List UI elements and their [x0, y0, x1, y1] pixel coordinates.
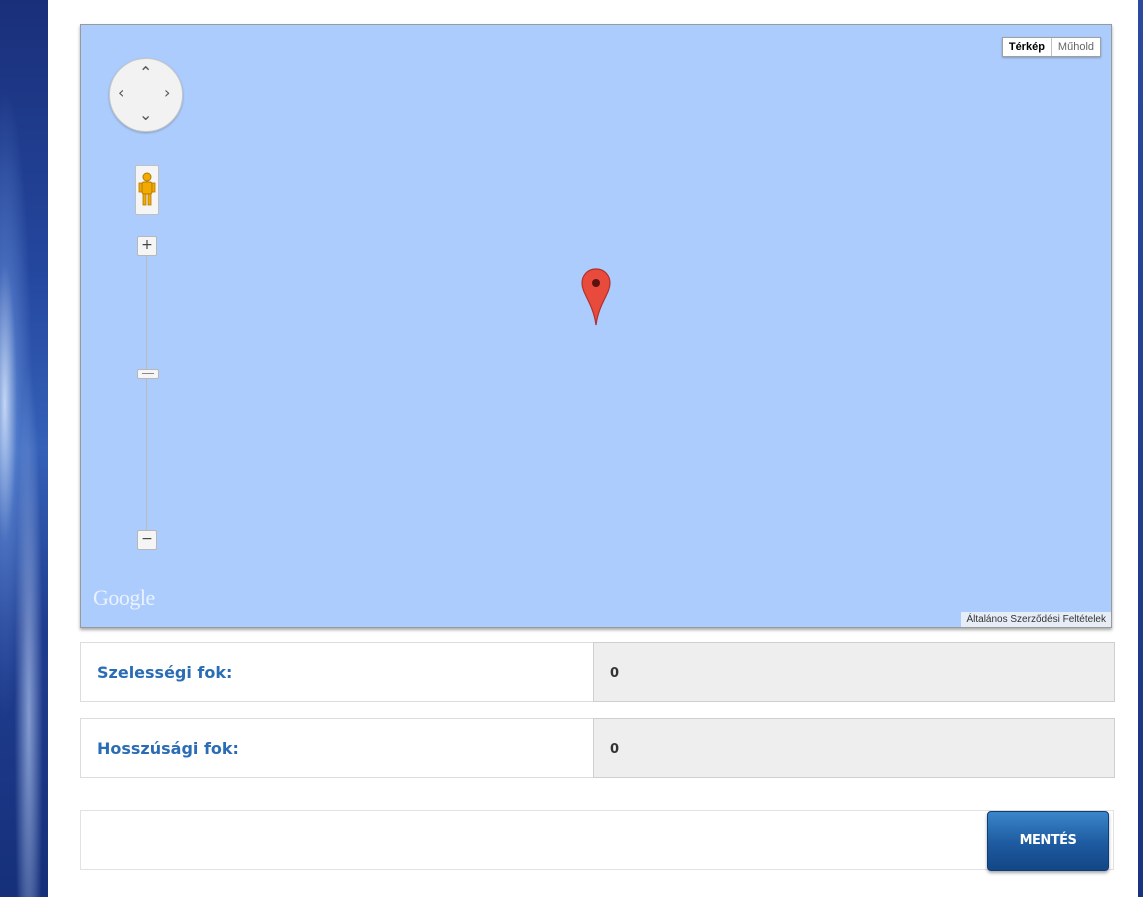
- terms-link[interactable]: Általános Szerződési Feltételek: [961, 612, 1111, 627]
- latitude-value: 0: [610, 666, 620, 681]
- form-actions-row: MENTÉS: [80, 810, 1114, 871]
- longitude-label: Hosszúsági fok:: [97, 739, 239, 758]
- zoom-in-button[interactable]: +: [137, 236, 157, 256]
- pan-control[interactable]: ⌃ ⌄ ‹ ›: [109, 58, 183, 132]
- map-canvas[interactable]: ⌃ ⌄ ‹ › + − Térkép Műhold Google Általán…: [80, 24, 1112, 628]
- zoom-out-button[interactable]: −: [137, 530, 157, 550]
- save-button[interactable]: MENTÉS: [987, 811, 1109, 871]
- pan-right-icon[interactable]: ›: [164, 83, 170, 102]
- latitude-field[interactable]: 0: [593, 642, 1115, 702]
- zoom-slider-track[interactable]: [146, 250, 147, 545]
- background-left-decoration: [0, 0, 48, 897]
- longitude-value: 0: [610, 742, 620, 757]
- latitude-row: Szelességi fok: 0: [80, 642, 1115, 702]
- map-type-control: Térkép Műhold: [1001, 37, 1101, 57]
- map-type-map-button[interactable]: Térkép: [1003, 38, 1052, 56]
- pan-left-icon[interactable]: ‹: [118, 83, 124, 102]
- latitude-label: Szelességi fok:: [97, 663, 233, 682]
- pan-down-icon[interactable]: ⌄: [139, 105, 152, 124]
- longitude-field[interactable]: 0: [593, 718, 1115, 778]
- background-right-decoration: [1138, 0, 1143, 897]
- google-logo: Google: [93, 585, 155, 610]
- zoom-slider-handle[interactable]: [137, 369, 159, 379]
- longitude-row: Hosszúsági fok: 0: [80, 718, 1115, 778]
- pan-up-icon[interactable]: ⌃: [139, 63, 152, 82]
- street-view-pegman-icon[interactable]: [135, 165, 159, 215]
- map-marker-icon[interactable]: [581, 267, 611, 332]
- map-type-satellite-button[interactable]: Műhold: [1052, 38, 1100, 56]
